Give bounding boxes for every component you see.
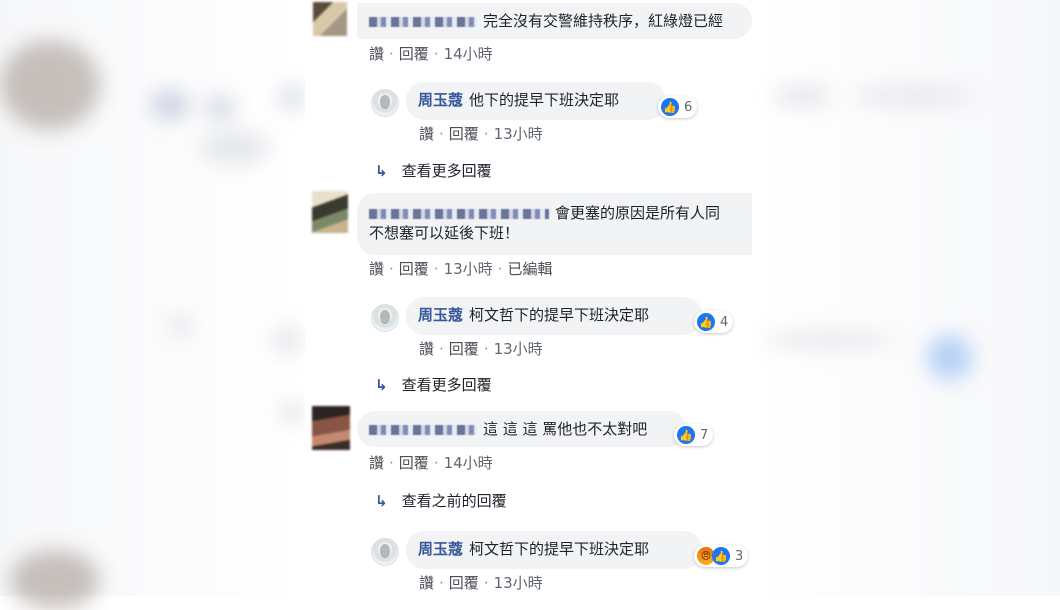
like-link[interactable]: 讚 [369, 260, 384, 278]
reaction-count[interactable]: 👍 7 [674, 424, 714, 446]
reply-bubble: 周玉蔻 他下的提早下班決定耶 [406, 82, 666, 120]
reply-text: 他下的提早下班決定耶 [469, 91, 620, 109]
reply-text: 柯文哲下的提早下班決定耶 [469, 306, 650, 324]
blurred-shape [280, 400, 305, 425]
blurred-shape [170, 315, 192, 337]
like-link[interactable]: 讚 [369, 45, 384, 63]
edited-link[interactable]: 已編輯 [507, 260, 552, 278]
commenter-avatar[interactable] [312, 406, 350, 450]
like-icon: 👍 [712, 547, 730, 565]
like-link[interactable]: 讚 [419, 125, 434, 143]
view-more-replies-link[interactable]: ↳ 查看更多回覆 [375, 374, 492, 395]
replier-avatar[interactable] [371, 89, 399, 117]
blurred-shape [762, 330, 892, 350]
timestamp[interactable]: 13小時 [494, 574, 543, 592]
reply-bubble: 周玉蔻 柯文哲下的提早下班決定耶 [406, 297, 702, 335]
comment-text-line1: 會更塞的原因是所有人同 [555, 204, 721, 222]
commenter-name[interactable] [369, 424, 477, 435]
blurred-background-left [0, 0, 305, 610]
comment-actions: 讚 · 回覆 · 14小時 [369, 454, 493, 472]
timestamp[interactable]: 14小時 [444, 45, 493, 63]
comment-text-line2: 不想塞可以延後下班！ [369, 224, 520, 242]
timestamp[interactable]: 13小時 [444, 260, 493, 278]
replier-avatar[interactable] [371, 538, 399, 566]
blurred-shape [852, 85, 972, 107]
blurred-shape [200, 130, 270, 165]
like-link[interactable]: 讚 [419, 574, 434, 592]
view-previous-replies-link[interactable]: ↳ 查看之前的回覆 [375, 490, 507, 511]
blurred-shape [205, 95, 235, 121]
blurred-avatar [10, 550, 100, 610]
timestamp[interactable]: 13小時 [494, 340, 543, 358]
comment-bubble: 這 這 這 罵他也不太對吧 [357, 411, 687, 447]
commenter-avatar[interactable] [312, 191, 348, 233]
reply-link[interactable]: 回覆 [449, 574, 479, 592]
blurred-shape [272, 325, 302, 355]
comment-thread: 完全沒有交警維持秩序，紅綠燈已經 讚 · 回覆 · 14小時 周玉蔻 他下的提早下班決定耶… [305, 0, 752, 596]
like-link[interactable]: 讚 [419, 340, 434, 358]
timestamp[interactable]: 14小時 [444, 454, 493, 472]
commenter-name[interactable] [369, 16, 477, 27]
reply-link[interactable]: 回覆 [449, 340, 479, 358]
blurred-shape [772, 85, 832, 107]
reply-arrow-icon: ↳ [375, 492, 388, 510]
comment-text: 這 這 這 罵他也不太對吧 [483, 420, 648, 438]
reaction-count[interactable]: 👍 6 [658, 96, 698, 118]
reaction-count[interactable]: 😠 👍 3 [694, 545, 749, 567]
commenter-avatar[interactable] [313, 2, 347, 36]
replier-name[interactable]: 周玉蔻 [418, 306, 463, 324]
like-icon: 👍 [661, 98, 679, 116]
like-icon: 👍 [677, 426, 695, 444]
blurred-avatar [0, 40, 100, 130]
blurred-background-right [752, 0, 1060, 596]
reply-link[interactable]: 回覆 [449, 125, 479, 143]
comment-actions: 讚 · 回覆 · 14小時 [369, 45, 493, 63]
reply-link[interactable]: 回覆 [399, 260, 429, 278]
reply-link[interactable]: 回覆 [399, 45, 429, 63]
reply-bubble: 周玉蔻 柯文哲下的提早下班決定耶 [406, 531, 702, 569]
reply-actions: 讚 · 回覆 · 13小時 [419, 574, 543, 592]
commenter-name[interactable] [369, 208, 549, 219]
like-icon: 👍 [697, 313, 715, 331]
comment-text: 完全沒有交警維持秩序，紅綠燈已經 [483, 12, 724, 30]
reply-actions: 讚 · 回覆 · 13小時 [419, 125, 543, 143]
blurred-like-icon [927, 335, 972, 380]
reply-arrow-icon: ↳ [375, 376, 388, 394]
reaction-count[interactable]: 👍 4 [694, 311, 734, 333]
replier-name[interactable]: 周玉蔻 [418, 91, 463, 109]
blurred-shape [150, 90, 190, 120]
timestamp[interactable]: 13小時 [494, 125, 543, 143]
reply-arrow-icon: ↳ [375, 162, 388, 180]
reply-link[interactable]: 回覆 [399, 454, 429, 472]
comment-actions: 讚 · 回覆 · 13小時 · 已編輯 [369, 260, 553, 278]
reply-text: 柯文哲下的提早下班決定耶 [469, 540, 650, 558]
view-more-replies-link[interactable]: ↳ 查看更多回覆 [375, 160, 492, 181]
replier-name[interactable]: 周玉蔻 [418, 540, 463, 558]
reply-actions: 讚 · 回覆 · 13小時 [419, 340, 543, 358]
replier-avatar[interactable] [371, 304, 399, 332]
like-link[interactable]: 讚 [369, 454, 384, 472]
blurred-shape [280, 85, 305, 110]
comment-bubble: 完全沒有交警維持秩序，紅綠燈已經 [357, 3, 752, 39]
comment-bubble: 會更塞的原因是所有人同 不想塞可以延後下班！ [357, 193, 752, 255]
